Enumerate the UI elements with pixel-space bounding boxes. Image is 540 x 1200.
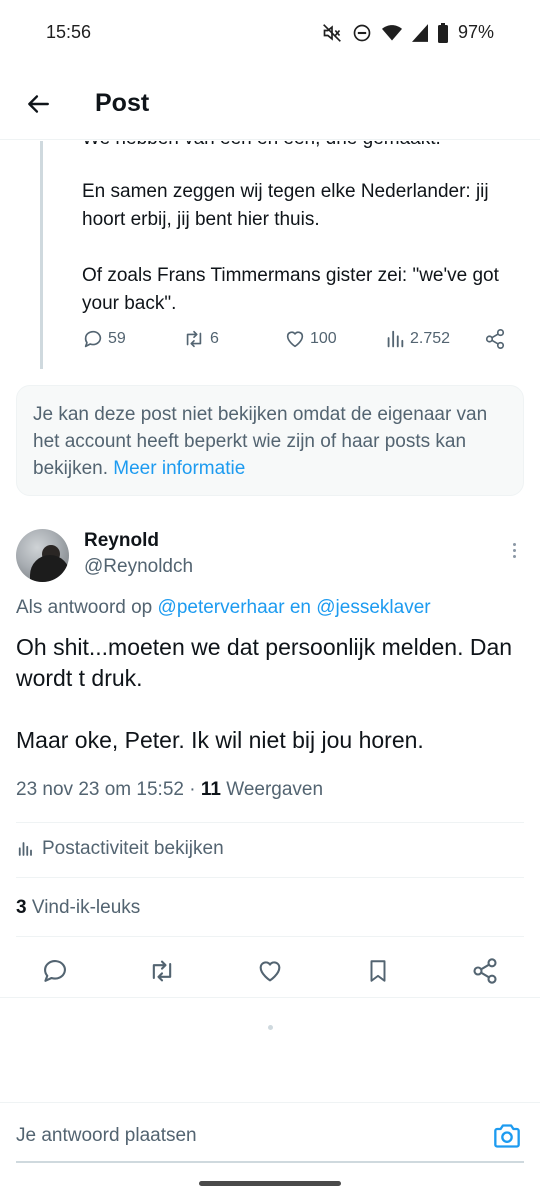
status-icons: 97%: [322, 22, 494, 43]
reply-prefix: Als antwoord op: [16, 597, 153, 618]
reply-input[interactable]: [16, 1125, 416, 1147]
back-button[interactable]: [20, 86, 56, 122]
divider: [16, 822, 524, 823]
reply-context: Als antwoord op @peterverhaar en @jessek…: [16, 597, 431, 619]
divider: [16, 877, 524, 878]
quoted-post-actions: 59 6 100 2.752: [82, 328, 512, 358]
activity-chart-icon: [18, 842, 32, 856]
quoted-views-button[interactable]: 2.752: [384, 328, 450, 350]
post-paragraph: Oh shit...moeten we dat persoonlijk meld…: [16, 634, 513, 691]
arrow-left-icon: [28, 95, 49, 113]
meta-separator: ·: [189, 779, 196, 800]
loading-indicator: [268, 1025, 273, 1030]
thread-connector-line: [40, 141, 43, 369]
heart-icon: [286, 331, 304, 348]
likes-number: 3: [16, 897, 27, 918]
views-count: 2.752: [410, 330, 451, 347]
gesture-navigation-bar[interactable]: [199, 1181, 341, 1186]
user-handle[interactable]: @Reynoldch: [84, 556, 193, 578]
avatar[interactable]: [16, 529, 69, 582]
like-button[interactable]: [255, 956, 285, 986]
bookmark-button[interactable]: [363, 956, 393, 986]
views-label: Weergaven: [226, 779, 324, 800]
top-app-bar: Post: [0, 68, 540, 140]
repost-button[interactable]: [147, 956, 177, 986]
wifi-icon: [381, 24, 402, 42]
post-body: Oh shit...moeten we dat persoonlijk meld…: [16, 632, 526, 787]
heart-icon: [259, 961, 281, 982]
reply-count: 59: [108, 330, 126, 347]
share-icon: [473, 958, 497, 984]
share-button[interactable]: [470, 956, 500, 986]
likes-label: Vind-ik-leuks: [31, 897, 141, 918]
camera-icon: [494, 1124, 520, 1148]
quoted-post-text[interactable]: En samen zeggen wij tegen elke Nederland…: [82, 178, 522, 346]
share-icon: [485, 329, 505, 349]
post-paragraph: Maar oke, Peter. Ik wil niet bij jou hor…: [16, 727, 424, 753]
quoted-paragraph: Of zoals Frans Timmermans gister zei: "w…: [82, 265, 499, 314]
more-info-link[interactable]: Meer informatie: [113, 458, 245, 479]
page-title: Post: [95, 89, 150, 117]
views-number: 11: [200, 779, 221, 800]
clipped-text-line: We hebben van een en een, drie gemaakt.: [0, 141, 540, 153]
quoted-share-button[interactable]: [484, 328, 506, 350]
more-options-button[interactable]: [502, 538, 526, 562]
activity-label: Postactiviteit bekijken: [42, 838, 224, 859]
bookmark-icon: [370, 960, 386, 982]
divider: [16, 936, 524, 937]
like-count: 100: [310, 330, 337, 347]
battery-icon: [437, 22, 448, 43]
reply-composer: [0, 1102, 540, 1164]
reply-button[interactable]: [40, 956, 70, 986]
user-display-name[interactable]: Reynold: [84, 530, 159, 552]
mention-and: en: [289, 597, 311, 618]
quoted-repost-button[interactable]: 6: [182, 328, 219, 350]
mention-link-2[interactable]: @jesseklaver: [316, 597, 430, 618]
repost-icon: [186, 330, 202, 348]
status-time: 15:56: [46, 22, 92, 42]
restricted-post-notice: Je kan deze post niet bekijken omdat de …: [16, 385, 524, 496]
reply-icon: [44, 960, 66, 982]
quoted-paragraph: En samen zeggen wij tegen elke Nederland…: [82, 181, 489, 230]
status-bar: 15:56 97%: [0, 0, 540, 68]
mute-icon: [322, 23, 342, 43]
reply-icon: [84, 330, 102, 348]
likes-summary[interactable]: 3 Vind-ik-leuks: [16, 897, 140, 919]
post-action-bar: [0, 946, 540, 996]
quoted-reply-button[interactable]: 59: [82, 328, 126, 350]
battery-percent: 97%: [457, 22, 494, 42]
repost-icon: [152, 960, 172, 982]
dnd-icon: [352, 23, 372, 43]
more-dots-icon: [512, 542, 516, 546]
post-timestamp[interactable]: 23 nov 23 om 15:52: [16, 779, 184, 800]
quoted-cut-line: We hebben van een en een, drie gemaakt.: [82, 141, 441, 153]
notice-text: Je kan deze post niet bekijken omdat de …: [33, 404, 488, 479]
post-meta: 23 nov 23 om 15:52 · 11 Weergaven: [16, 779, 323, 801]
camera-button[interactable]: [492, 1121, 522, 1151]
composer-underline: [16, 1161, 524, 1163]
divider: [0, 997, 540, 998]
repost-count: 6: [210, 330, 219, 347]
post-activity-link[interactable]: Postactiviteit bekijken: [16, 838, 224, 860]
signal-icon: [411, 23, 428, 42]
mention-link-1[interactable]: @peterverhaar: [158, 597, 285, 618]
quoted-like-button[interactable]: 100: [284, 328, 337, 350]
views-chart-icon: [387, 330, 404, 348]
